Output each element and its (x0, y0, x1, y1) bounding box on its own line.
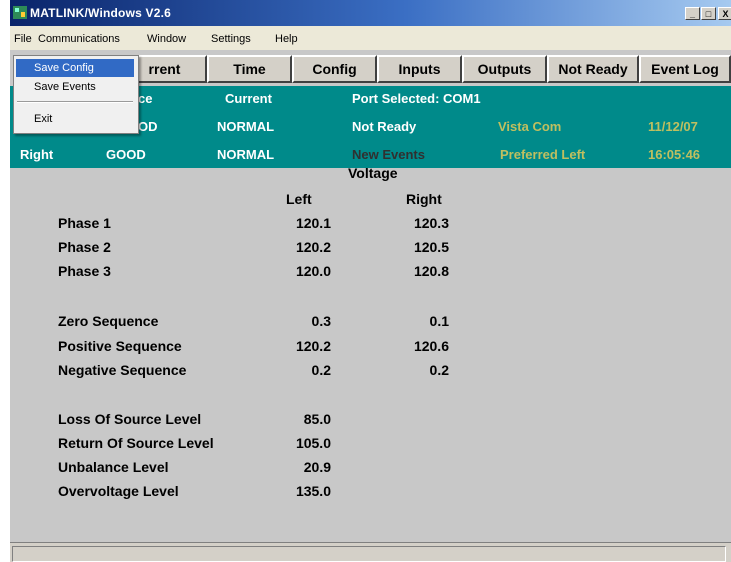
menu-item-exit[interactable]: Exit (16, 110, 134, 128)
tab-outputs[interactable]: Outputs (462, 55, 547, 83)
window-title: MATLINK/Windows V2.6 (30, 6, 172, 20)
status-right-source: GOOD (106, 147, 146, 162)
col-left-header: Left (286, 191, 312, 207)
menu-item-save-config[interactable]: Save Config (16, 59, 134, 77)
tab-event-log-label: Event Log (651, 61, 719, 77)
status-new-events: New Events (352, 147, 425, 162)
tab-config-label: Config (312, 61, 357, 77)
phase-2-right: 120.5 (413, 239, 449, 255)
status-right-current: NORMAL (217, 147, 275, 162)
zero-sequence-label: Zero Sequence (58, 313, 159, 329)
status-ready-state: Not Ready (352, 119, 417, 134)
status-source-header: ce (138, 91, 153, 106)
status-port-selected: Port Selected: COM1 (352, 91, 481, 106)
positive-sequence-right: 120.6 (413, 338, 449, 354)
title-bar[interactable]: MATLINK/Windows V2.6 _ □ X (10, 0, 731, 26)
overvoltage-level-label: Overvoltage Level (58, 483, 179, 499)
return-of-source-value: 105.0 (295, 435, 331, 451)
status-left-current: NORMAL (217, 119, 275, 134)
status-date: 11/12/07 (648, 119, 698, 134)
zero-sequence-right: 0.1 (429, 313, 449, 329)
col-right-header: Right (406, 191, 442, 207)
status-right-label: Right (20, 147, 54, 162)
tab-event-log[interactable]: Event Log (639, 55, 731, 83)
negative-sequence-right: 0.2 (429, 362, 449, 378)
overvoltage-level-value: 135.0 (295, 483, 331, 499)
tab-not-ready[interactable]: Not Ready (547, 55, 639, 83)
minimize-button[interactable]: _ (685, 7, 700, 20)
menu-separator (17, 101, 133, 103)
phase-3-left: 120.0 (295, 263, 331, 279)
menu-bar: File Communications Window Settings Help (10, 26, 731, 51)
phase-2-left: 120.2 (295, 239, 331, 255)
status-bar (10, 542, 731, 562)
tab-not-ready-label: Not Ready (558, 61, 628, 77)
menu-item-save-events[interactable]: Save Events (16, 78, 134, 96)
return-of-source-label: Return Of Source Level (58, 435, 214, 451)
positive-sequence-left: 120.2 (295, 338, 331, 354)
menu-window[interactable]: Window (147, 33, 186, 45)
status-bar-field (12, 546, 726, 562)
zero-sequence-left: 0.3 (311, 313, 331, 329)
app-window: MATLINK/Windows V2.6 _ □ X File Communic… (10, 0, 731, 562)
menu-communications[interactable]: Communications (38, 33, 120, 45)
status-time: 16:05:46 (648, 147, 701, 162)
close-button[interactable]: X (718, 7, 731, 20)
tab-inputs-label: Inputs (398, 61, 441, 77)
tab-time-label: Time (233, 61, 266, 77)
app-icon (13, 6, 27, 19)
tab-config[interactable]: Config (292, 55, 377, 83)
phase-2-label: Phase 2 (58, 239, 111, 255)
status-preference: Preferred Left (500, 147, 586, 162)
tab-outputs-label: Outputs (477, 61, 532, 77)
tab-inputs[interactable]: Inputs (377, 55, 462, 83)
maximize-button[interactable]: □ (701, 7, 716, 20)
menu-help[interactable]: Help (275, 33, 298, 45)
phase-3-right: 120.8 (413, 263, 449, 279)
status-current-header: Current (225, 91, 272, 106)
file-menu-dropdown: Save Config Save Events Exit (13, 55, 139, 134)
negative-sequence-label: Negative Sequence (58, 362, 187, 378)
unbalance-level-value: 20.9 (303, 459, 331, 475)
phase-1-label: Phase 1 (58, 215, 111, 231)
positive-sequence-label: Positive Sequence (58, 338, 182, 354)
phase-1-right: 120.3 (413, 215, 449, 231)
loss-of-source-value: 85.0 (303, 411, 331, 427)
menu-file[interactable]: File (14, 33, 32, 45)
phase-3-label: Phase 3 (58, 263, 111, 279)
phase-1-left: 120.1 (295, 215, 331, 231)
voltage-title: Voltage (348, 165, 398, 181)
status-left-source: OD (138, 119, 158, 134)
status-device: Vista Com (498, 119, 562, 134)
tab-current-label: rrent (148, 61, 181, 77)
loss-of-source-label: Loss Of Source Level (58, 411, 202, 427)
unbalance-level-label: Unbalance Level (58, 459, 169, 475)
negative-sequence-left: 0.2 (311, 362, 331, 378)
tab-time[interactable]: Time (207, 55, 292, 83)
menu-settings[interactable]: Settings (211, 33, 251, 45)
